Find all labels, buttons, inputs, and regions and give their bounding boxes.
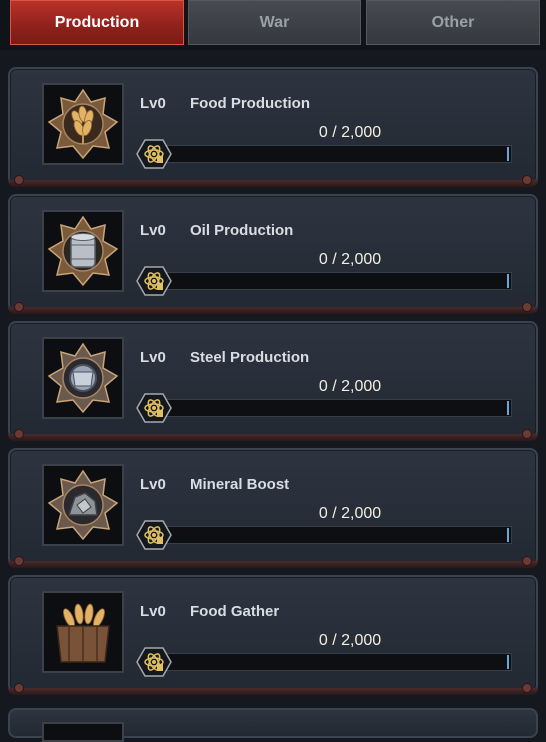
skill-name: Food Production xyxy=(190,95,310,112)
rivet-decoration xyxy=(14,175,24,185)
bar-cap xyxy=(507,147,509,161)
rivet-decoration xyxy=(14,429,24,439)
card-oil-production[interactable]: Lv0 Oil Production 0 / 2,000 xyxy=(8,194,538,314)
rivet-decoration xyxy=(14,556,24,566)
bar-cap xyxy=(507,274,509,288)
skill-name: Oil Production xyxy=(190,222,294,239)
tab-bar: Production War Other xyxy=(0,0,546,50)
card-food-gather[interactable]: Lv0 Food Gather 0 / 2,000 xyxy=(8,575,538,695)
card-partial xyxy=(8,708,538,742)
atom-badge-icon[interactable] xyxy=(136,647,172,677)
level-label: Lv0 xyxy=(140,476,166,493)
progress-bar xyxy=(150,272,512,290)
skill-name: Steel Production xyxy=(190,349,310,366)
rivet-decoration xyxy=(522,429,532,439)
wheat-medal-icon xyxy=(42,83,124,165)
steel-medal-icon xyxy=(42,337,124,419)
card-steel-production[interactable]: Lv0 Steel Production 0 / 2,000 xyxy=(8,321,538,441)
progress-text: 0 / 2,000 xyxy=(318,505,382,522)
tab-label: Production xyxy=(54,13,140,31)
progress-bar xyxy=(150,145,512,163)
level-label: Lv0 xyxy=(140,603,166,620)
tab-other[interactable]: Other xyxy=(366,0,540,45)
atom-badge-icon[interactable] xyxy=(136,266,172,296)
atom-badge-icon[interactable] xyxy=(136,393,172,423)
atom-badge-icon[interactable] xyxy=(136,520,172,550)
skill-name: Mineral Boost xyxy=(190,476,290,493)
rivet-decoration xyxy=(14,302,24,312)
atom-badge-icon[interactable] xyxy=(136,139,172,169)
skill-name: Food Gather xyxy=(190,603,280,620)
level-label: Lv0 xyxy=(140,95,166,112)
tab-war[interactable]: War xyxy=(188,0,361,45)
oil-barrel-medal-icon xyxy=(42,210,124,292)
bar-cap xyxy=(507,655,509,669)
tab-production[interactable]: Production xyxy=(10,0,184,45)
rivet-decoration xyxy=(522,556,532,566)
card-food-production[interactable]: Lv0 Food Production 0 / 2,000 xyxy=(8,67,538,187)
progress-text: 0 / 2,000 xyxy=(318,124,382,141)
bar-cap xyxy=(507,401,509,415)
rivet-decoration xyxy=(522,683,532,693)
progress-text: 0 / 2,000 xyxy=(318,251,382,268)
progress-text: 0 / 2,000 xyxy=(318,632,382,649)
progress-bar xyxy=(150,526,512,544)
level-label: Lv0 xyxy=(140,349,166,366)
level-label: Lv0 xyxy=(140,222,166,239)
bar-cap xyxy=(507,528,509,542)
card-mineral-boost[interactable]: Lv0 Mineral Boost 0 / 2,000 xyxy=(8,448,538,568)
rivet-decoration xyxy=(522,302,532,312)
mineral-medal-icon xyxy=(42,464,124,546)
progress-bar xyxy=(150,653,512,671)
icon-frame-partial xyxy=(42,722,124,742)
tab-label: Other xyxy=(431,13,475,31)
rivet-decoration xyxy=(14,683,24,693)
tab-label: War xyxy=(259,13,290,31)
food-crate-icon xyxy=(42,591,124,673)
progress-text: 0 / 2,000 xyxy=(318,378,382,395)
progress-bar xyxy=(150,399,512,417)
rivet-decoration xyxy=(522,175,532,185)
